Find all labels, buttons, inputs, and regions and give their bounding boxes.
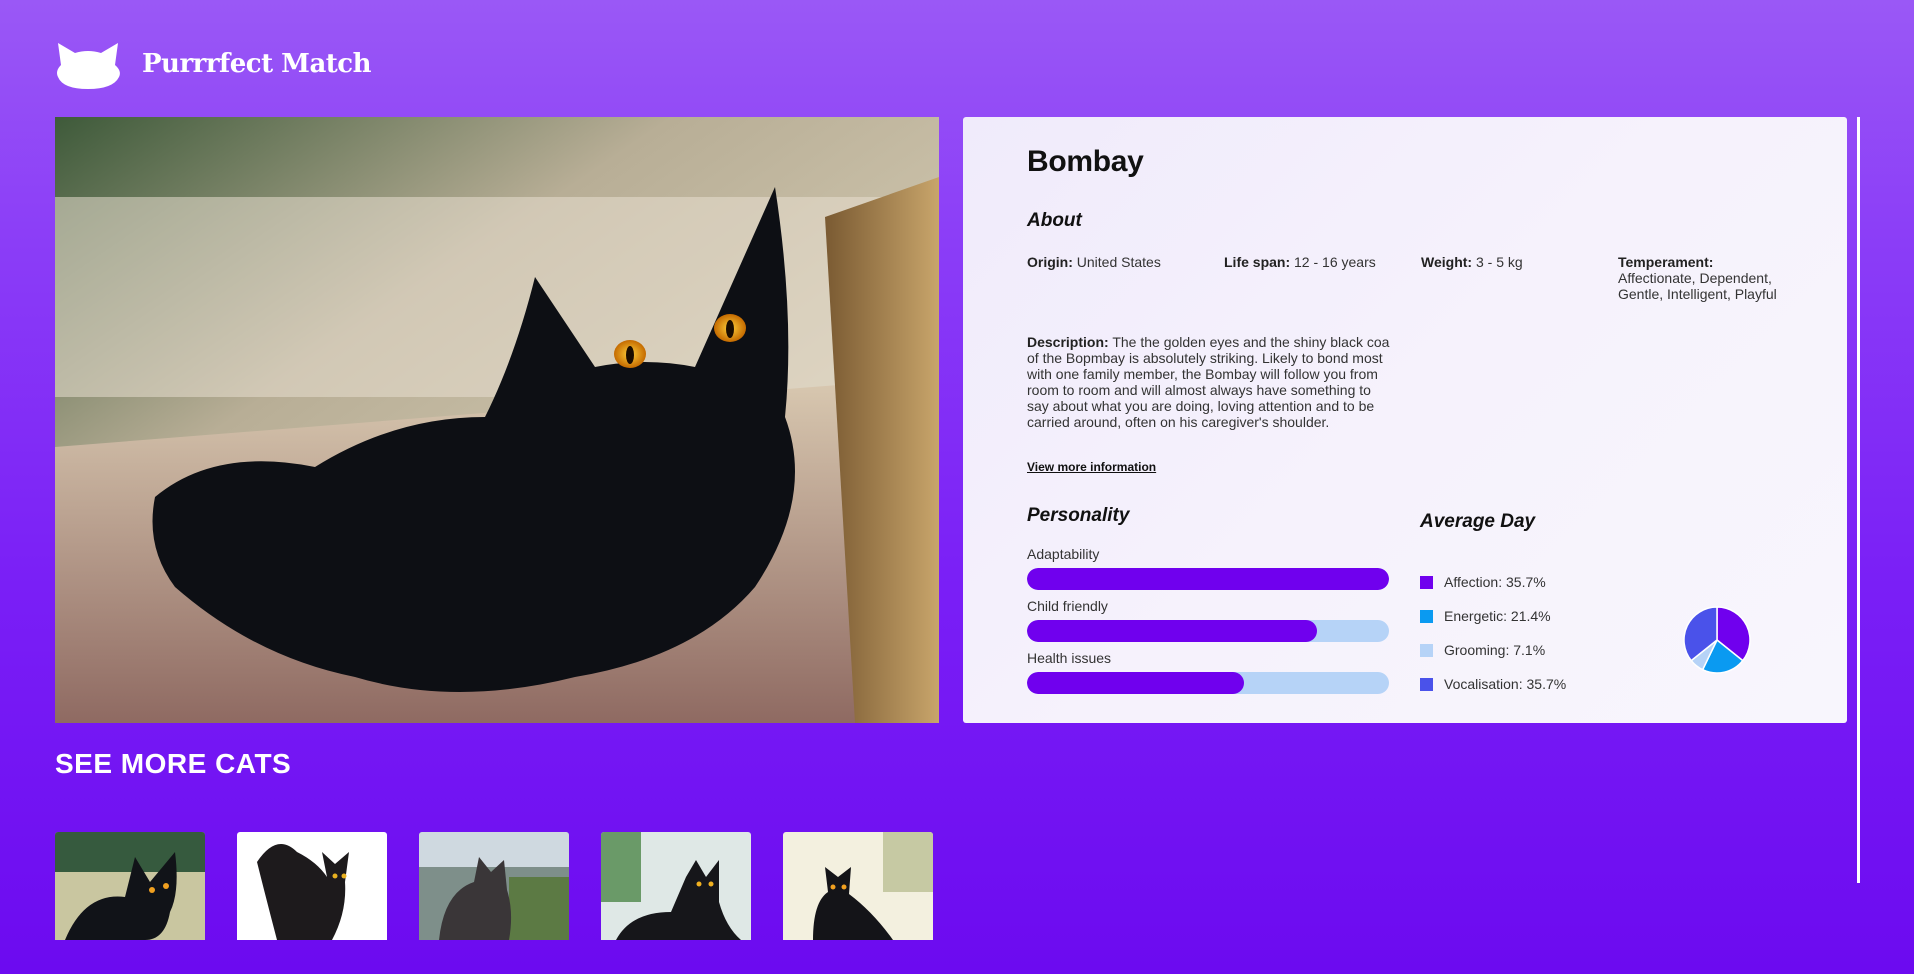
weight-label: Weight: [1421, 254, 1473, 270]
see-more-cats-heading: SEE MORE CATS [55, 748, 292, 779]
about-heading: About [1027, 210, 1082, 231]
header: Purrrfect Match [55, 36, 372, 92]
temperament-value: Affectionate, Dependent, Gentle, Intelli… [1618, 270, 1777, 302]
weight-value: 3 - 5 kg [1475, 254, 1523, 270]
trait-bar-fill [1027, 568, 1389, 590]
legend-swatch [1420, 677, 1433, 691]
lifespan-value: 12 - 16 years [1294, 254, 1376, 270]
trait-label-health-issues: Health issues [1027, 650, 1112, 666]
cat-thumbnails [55, 832, 965, 940]
trait-bar-health-issues [1027, 672, 1389, 694]
origin-value: United States [1076, 254, 1161, 270]
description: Description: The the golden eyes and the… [1027, 334, 1392, 430]
average-day-heading: Average Day [1420, 511, 1536, 532]
weight-fact: Weight: 3 - 5 kg [1421, 254, 1618, 302]
legend-label: Affection: 35.7% [1444, 574, 1546, 590]
brand-name[interactable]: Purrrfect Match [142, 49, 372, 79]
average-day-pie-chart [1683, 606, 1751, 674]
trait-label-child-friendly: Child friendly [1027, 598, 1108, 614]
personality-traits: Adaptability Child friendly Health issue… [1027, 546, 1389, 702]
legend-label: Grooming: 7.1% [1444, 642, 1546, 658]
average-day-legend: Affection: 35.7% Energetic: 21.4% Groomi… [1420, 565, 1566, 701]
temperament-label: Temperament: [1618, 254, 1714, 270]
trait-bar-child-friendly [1027, 620, 1389, 642]
trait-label-adaptability: Adaptability [1027, 546, 1100, 562]
scrollbar[interactable] [1857, 117, 1860, 883]
personality-heading: Personality [1027, 505, 1130, 526]
origin-label: Origin: [1027, 254, 1073, 270]
legend-label: Vocalisation: 35.7% [1444, 676, 1567, 692]
trait-bar-adaptability [1027, 568, 1389, 590]
cat-thumbnail-1[interactable] [55, 832, 205, 940]
cat-thumbnail-3[interactable] [419, 832, 569, 940]
cat-thumbnail-4[interactable] [601, 832, 751, 940]
hero-cat-image [55, 117, 939, 723]
legend-label: Energetic: 21.4% [1444, 608, 1551, 624]
legend-item-affection: Affection: 35.7% [1420, 565, 1566, 599]
trait-bar-fill [1027, 620, 1317, 642]
legend-swatch [1420, 609, 1433, 623]
legend-swatch [1420, 643, 1433, 657]
breed-name: Bombay [1027, 145, 1144, 178]
cat-thumbnail-5[interactable] [783, 832, 933, 940]
origin-fact: Origin: United States [1027, 254, 1224, 302]
cat-head-icon[interactable] [55, 39, 122, 89]
view-more-link[interactable]: View more information [1027, 460, 1156, 474]
breed-facts: Origin: United States Life span: 12 - 16… [1027, 254, 1817, 302]
legend-item-energetic: Energetic: 21.4% [1420, 599, 1566, 633]
legend-item-grooming: Grooming: 7.1% [1420, 633, 1566, 667]
legend-swatch [1420, 575, 1433, 589]
lifespan-fact: Life span: 12 - 16 years [1224, 254, 1421, 302]
description-label: Description: [1027, 334, 1109, 350]
lifespan-label: Life span: [1224, 254, 1291, 270]
temperament-fact: Temperament: Affectionate, Dependent, Ge… [1618, 254, 1783, 302]
trait-bar-fill [1027, 672, 1245, 694]
breed-info-card: Bombay About Origin: United States Life … [963, 117, 1847, 723]
legend-item-vocalisation: Vocalisation: 35.7% [1420, 667, 1566, 701]
cat-thumbnail-2[interactable] [237, 832, 387, 940]
